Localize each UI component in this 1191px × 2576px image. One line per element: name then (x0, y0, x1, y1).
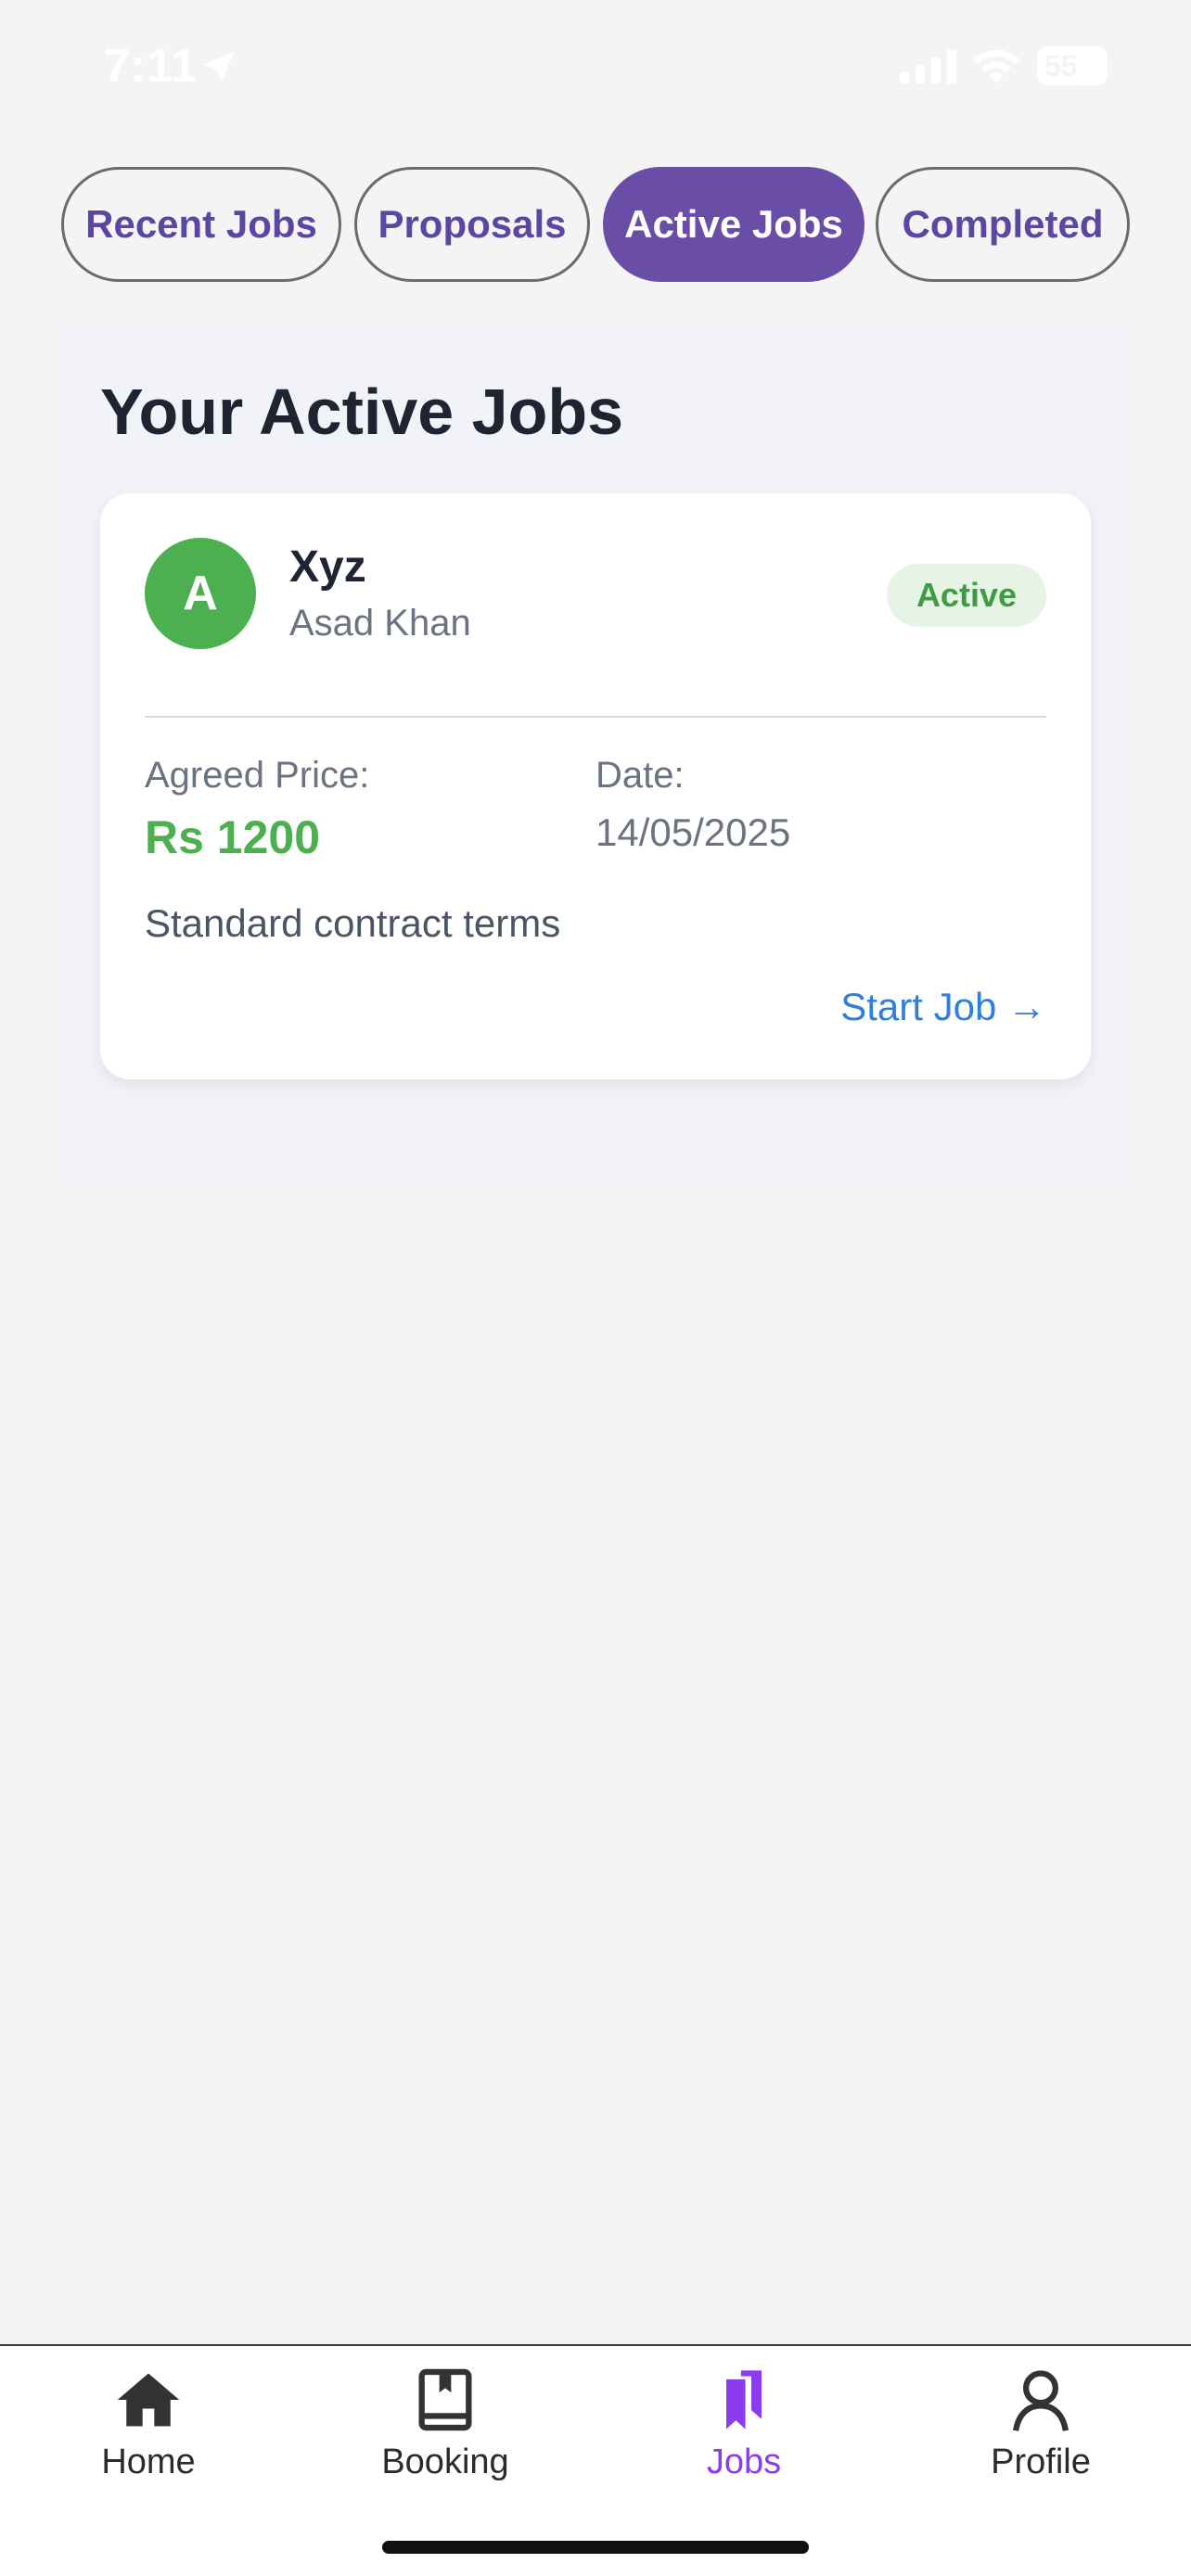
tab-completed[interactable]: Completed (876, 167, 1130, 282)
nav-profile-label: Profile (991, 2442, 1091, 2481)
wifi-icon (973, 49, 1019, 83)
nav-jobs[interactable]: Jobs (642, 2365, 846, 2504)
job-title: Xyz (289, 542, 366, 592)
book-icon (418, 2368, 472, 2431)
signal-icon (900, 50, 956, 83)
tab-proposals[interactable]: Proposals (354, 167, 590, 282)
active-jobs-section: Your Active Jobs A Xyz Asad Khan Active … (56, 326, 1133, 1187)
nav-home[interactable]: Home (46, 2365, 250, 2504)
divider (145, 716, 1046, 718)
app-screen: 7:11 55 Recent Jobs Proposals Active Job… (0, 0, 1191, 2576)
date-label: Date: (596, 755, 685, 796)
price-label: Agreed Price: (145, 755, 370, 796)
client-name: Asad Khan (289, 603, 471, 644)
nav-home-label: Home (101, 2442, 196, 2481)
contract-terms: Standard contract terms (145, 901, 561, 945)
home-indicator (382, 2541, 809, 2554)
price-value: Rs 1200 (145, 811, 321, 863)
tab-recent-jobs[interactable]: Recent Jobs (61, 167, 341, 282)
status-badge: Active (886, 564, 1046, 627)
status-time: 7:11 (104, 40, 198, 92)
status-bar: 7:11 55 (0, 0, 1191, 130)
tab-active-jobs[interactable]: Active Jobs (603, 167, 864, 282)
nav-profile[interactable]: Profile (939, 2365, 1143, 2504)
nav-jobs-label: Jobs (706, 2442, 782, 2481)
user-icon (1012, 2370, 1069, 2431)
start-job-button[interactable]: Start Job → (840, 985, 1046, 1029)
job-card[interactable]: A Xyz Asad Khan Active Agreed Price: Rs … (100, 493, 1091, 1079)
home-icon (117, 2373, 180, 2427)
section-title: Your Active Jobs (100, 376, 624, 448)
avatar: A (145, 538, 256, 649)
nav-booking-label: Booking (381, 2442, 509, 2481)
date-value: 14/05/2025 (596, 810, 791, 854)
location-arrow-icon (203, 51, 235, 83)
bookmarks-icon (726, 2370, 762, 2429)
nav-booking[interactable]: Booking (343, 2365, 547, 2504)
battery-icon: 55 (1037, 46, 1108, 85)
